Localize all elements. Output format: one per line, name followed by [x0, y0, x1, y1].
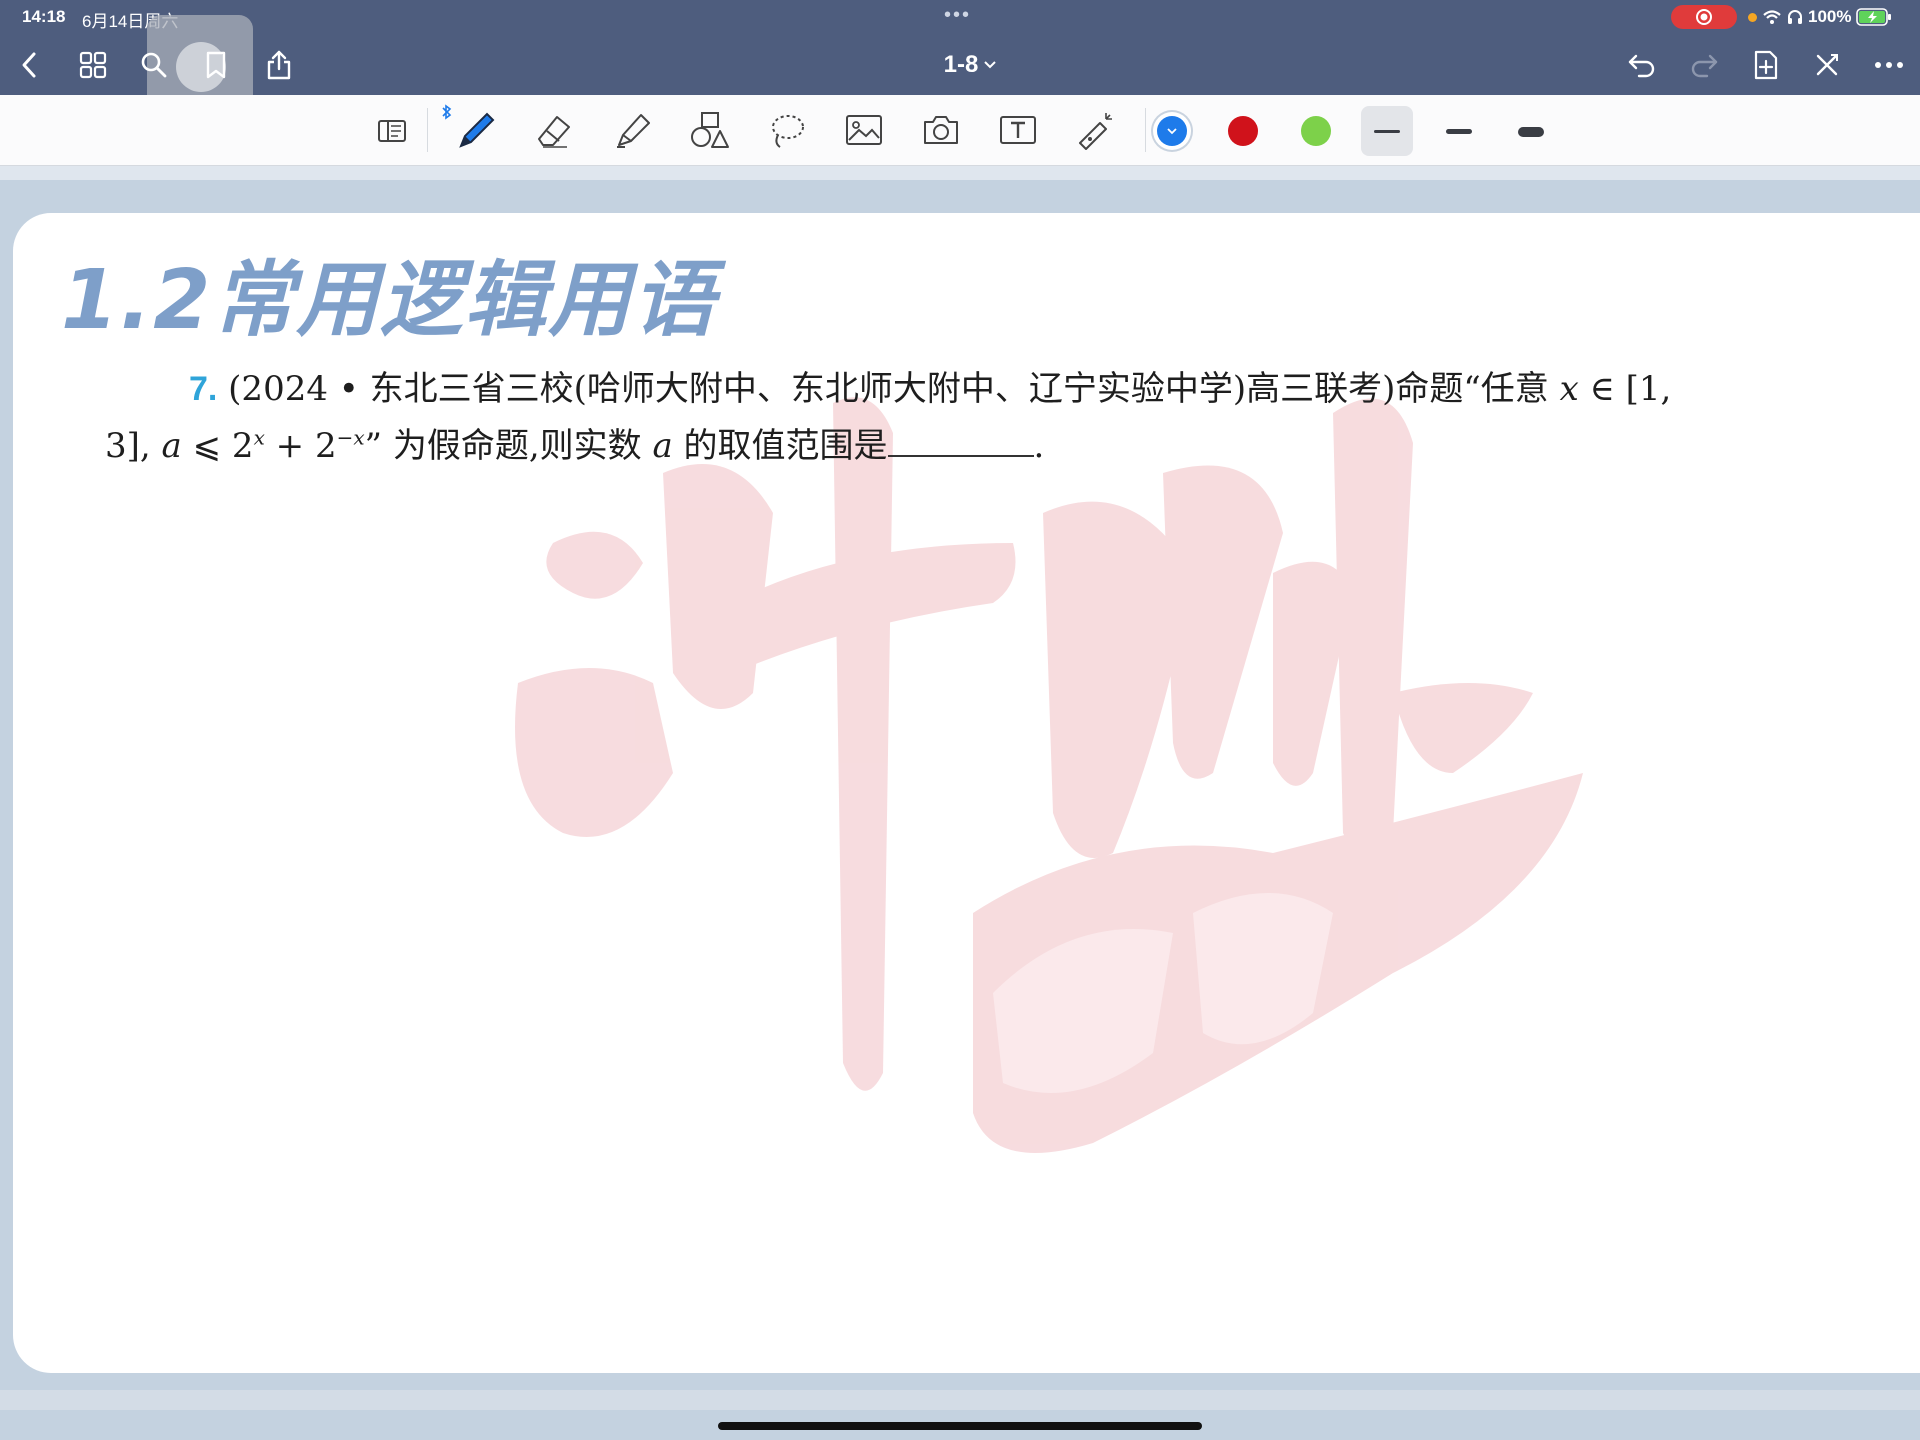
mic-in-use-dot: [1748, 12, 1757, 22]
record-icon: [1696, 9, 1712, 25]
variable-a: a: [652, 426, 673, 466]
bottom-page-gap: [0, 1390, 1920, 1410]
redo-icon: [1691, 54, 1718, 78]
thumbnails-button[interactable]: [76, 48, 110, 82]
problem-source-text: (2024 • 东北三省三校(哈师大附中、东北师大附中、辽宁实验中学)高三联考)…: [228, 369, 1549, 409]
battery-charging-icon: [1856, 8, 1892, 26]
exit-edit-button[interactable]: [1810, 48, 1844, 82]
problem-line-2: 3], a ⩽ 2x + 2−x” 为假命题,则实数 a 的取值范围是.: [105, 418, 1825, 475]
leq-two: ⩽ 2: [192, 426, 254, 466]
back-button[interactable]: [12, 48, 46, 82]
add-page-icon: [1754, 50, 1778, 80]
lasso-icon: [772, 115, 804, 148]
image-icon: [846, 115, 882, 145]
share-button[interactable]: [262, 48, 296, 82]
interval-end: 3],: [105, 426, 151, 466]
toolbar-divider: [1145, 108, 1146, 152]
undo-icon: [1628, 54, 1655, 78]
laser-pointer-tool[interactable]: [1072, 107, 1118, 153]
multitasking-dots[interactable]: •••: [944, 4, 971, 27]
pen-icon: [459, 112, 495, 148]
highlighter-icon: [617, 114, 650, 148]
read-mode-tool[interactable]: [370, 107, 416, 153]
stroke-width-preview: [1446, 129, 1472, 134]
color-swatch-blue-selected[interactable]: [1157, 116, 1187, 146]
variable-a: a: [161, 426, 182, 466]
camera-icon: [924, 116, 958, 144]
wifi-icon: [1763, 10, 1781, 24]
plus-two: + 2: [264, 426, 337, 466]
text-box-icon: [1000, 116, 1036, 144]
lasso-tool[interactable]: [764, 107, 810, 153]
toolbar-divider: [427, 108, 428, 152]
problem-line-1: 7. (2024 • 东北三省三校(哈师大附中、东北师大附中、辽宁实验中学)高三…: [105, 361, 1825, 418]
pen-tool[interactable]: [452, 107, 498, 153]
answer-blank[interactable]: [887, 425, 1034, 457]
battery-percent: 100%: [1808, 7, 1852, 26]
stroke-width-preview: [1374, 130, 1400, 133]
chevron-down-icon: [984, 61, 997, 69]
chevron-down-icon: [1167, 128, 1177, 135]
page-title: 1-8: [943, 51, 979, 78]
exponent-x: x: [253, 425, 265, 450]
interval-start: ∈ [1,: [1589, 369, 1672, 409]
color-swatch-green[interactable]: [1301, 116, 1331, 146]
search-icon: [141, 52, 167, 78]
color-swatch-red[interactable]: [1228, 116, 1258, 146]
page-gap-band: [0, 166, 1920, 180]
headphones-icon: [1788, 10, 1802, 24]
home-indicator[interactable]: [718, 1422, 1202, 1430]
redo-button[interactable]: [1687, 48, 1721, 82]
share-icon: [267, 50, 291, 80]
laser-pointer-icon: [1079, 113, 1112, 150]
search-button[interactable]: [137, 48, 171, 82]
document-page[interactable]: 1.2常用逻辑用语 7. (2024 • 东北三省三校(哈师大附中、东北师大附中…: [13, 213, 1920, 1373]
section-heading: 1.2常用逻辑用语: [61, 253, 717, 348]
shapes-tool[interactable]: [686, 107, 732, 153]
page-range-selector[interactable]: 1-8: [920, 48, 1020, 82]
camera-tool[interactable]: [918, 107, 964, 153]
grid-icon: [79, 51, 107, 79]
back-icon: [22, 52, 36, 78]
stroke-width-medium[interactable]: [1433, 106, 1485, 156]
undo-button[interactable]: [1625, 48, 1659, 82]
status-icons: 100%: [1748, 5, 1892, 29]
text-tool[interactable]: [995, 107, 1041, 153]
screen-recording-indicator[interactable]: [1671, 5, 1737, 29]
bookmark-icon: [206, 51, 226, 79]
stroke-width-preview: [1518, 127, 1544, 137]
exponent-neg-x: −x: [336, 425, 365, 450]
bookmark-button[interactable]: [199, 48, 233, 82]
document-icon: [378, 120, 406, 142]
top-bar: 14:18 6月14日周六 ••• 100% 1-8: [0, 0, 1920, 121]
problem-7: 7. (2024 • 东北三省三校(哈师大附中、东北师大附中、辽宁实验中学)高三…: [105, 361, 1825, 475]
eraser-icon: [538, 116, 570, 148]
status-time: 14:18: [22, 7, 66, 26]
eraser-tool[interactable]: [531, 107, 577, 153]
variable-x: x: [1559, 369, 1579, 409]
question-number: 7.: [189, 370, 218, 408]
stroke-width-thin-selected[interactable]: [1361, 106, 1413, 156]
close-icon: [1816, 54, 1838, 76]
shapes-icon: [691, 112, 729, 148]
period: .: [1033, 426, 1045, 466]
highlighter-tool[interactable]: [609, 107, 655, 153]
problem-question: 的取值范围是: [683, 426, 888, 466]
problem-statement: ” 为假命题,则实数: [364, 426, 642, 466]
more-icon: [1875, 62, 1903, 68]
image-tool[interactable]: [841, 107, 887, 153]
add-page-button[interactable]: [1749, 48, 1783, 82]
stroke-width-thick[interactable]: [1505, 106, 1557, 156]
more-button[interactable]: [1872, 48, 1906, 82]
